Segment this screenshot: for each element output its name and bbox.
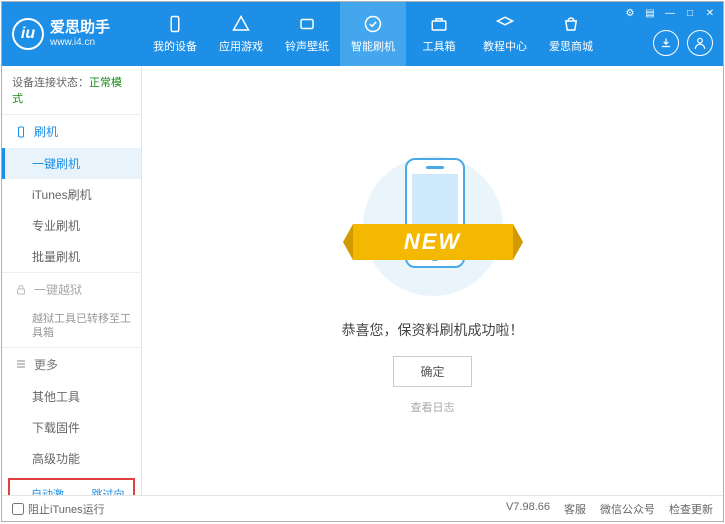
- sidebar-item-download-firmware[interactable]: 下载固件: [2, 412, 141, 443]
- logo: iu 爱思助手 www.i4.cn: [2, 18, 142, 50]
- jailbreak-note: 越狱工具已转移至工具箱: [2, 306, 141, 347]
- nav-apps[interactable]: 应用游戏: [208, 2, 274, 66]
- sidebar-item-oneclick-flash[interactable]: 一键刷机: [2, 148, 141, 179]
- ringtone-icon: [297, 14, 317, 34]
- ok-button[interactable]: 确定: [393, 356, 471, 387]
- app-subtitle: www.i4.cn: [50, 37, 110, 48]
- lock-icon: [14, 283, 28, 297]
- tutorial-icon: [495, 14, 515, 34]
- nav-ringtone[interactable]: 铃声壁纸: [274, 2, 340, 66]
- main-nav: 我的设备 应用游戏 铃声壁纸 智能刷机 工具箱 教程中心: [142, 2, 604, 66]
- block-itunes-checkbox[interactable]: 阻止iTunes运行: [12, 501, 105, 517]
- apps-icon: [231, 14, 251, 34]
- ribbon-text: NEW: [353, 224, 513, 260]
- toolbox-icon: [429, 14, 449, 34]
- device-status: 设备连接状态：正常模式: [2, 66, 141, 114]
- footer: 阻止iTunes运行 V7.98.66 客服 微信公众号 检查更新: [2, 495, 723, 521]
- nav-toolbox[interactable]: 工具箱: [406, 2, 472, 66]
- nav-flash[interactable]: 智能刷机: [340, 2, 406, 66]
- sidebar-flash-header[interactable]: 刷机: [2, 115, 141, 148]
- sidebar-item-batch-flash[interactable]: 批量刷机: [2, 241, 141, 272]
- sidebar-item-pro-flash[interactable]: 专业刷机: [2, 210, 141, 241]
- footer-link-support[interactable]: 客服: [564, 501, 586, 517]
- sidebar-jailbreak-header: 一键越狱: [2, 273, 141, 306]
- nav-store[interactable]: 爱思商城: [538, 2, 604, 66]
- footer-link-wechat[interactable]: 微信公众号: [600, 501, 655, 517]
- minimize-button[interactable]: —: [663, 6, 677, 20]
- nav-my-device[interactable]: 我的设备: [142, 2, 208, 66]
- store-icon: [561, 14, 581, 34]
- success-illustration: NEW: [353, 146, 513, 306]
- sidebar-item-itunes-flash[interactable]: iTunes刷机: [2, 179, 141, 210]
- sidebar: 设备连接状态：正常模式 刷机 一键刷机 iTunes刷机 专业刷机 批量刷机 一…: [2, 66, 142, 495]
- app-header: iu 爱思助手 www.i4.cn 我的设备 应用游戏 铃声壁纸 智能刷机: [2, 2, 723, 66]
- nav-tutorial[interactable]: 教程中心: [472, 2, 538, 66]
- user-icon[interactable]: [687, 30, 713, 56]
- view-log-link[interactable]: 查看日志: [411, 399, 455, 415]
- device-icon: [165, 14, 185, 34]
- skip-guide-checkbox[interactable]: 跳过向导: [77, 486, 128, 495]
- pin-icon[interactable]: ▤: [643, 6, 657, 20]
- settings-icon[interactable]: ⚙: [623, 6, 637, 20]
- success-message: 恭喜您，保资料刷机成功啦！: [342, 320, 524, 340]
- download-icon[interactable]: [653, 30, 679, 56]
- options-box: 自动激活 跳过向导: [8, 478, 135, 495]
- auto-activate-checkbox[interactable]: 自动激活: [16, 486, 67, 495]
- flash-icon: [363, 14, 383, 34]
- main-content: NEW 恭喜您，保资料刷机成功啦！ 确定 查看日志: [142, 66, 723, 495]
- maximize-button[interactable]: □: [683, 6, 697, 20]
- sidebar-item-advanced[interactable]: 高级功能: [2, 443, 141, 474]
- version-label: V7.98.66: [506, 501, 550, 517]
- sidebar-more-header[interactable]: 更多: [2, 348, 141, 381]
- logo-icon: iu: [12, 18, 44, 50]
- sidebar-item-other-tools[interactable]: 其他工具: [2, 381, 141, 412]
- app-title: 爱思助手: [50, 20, 110, 37]
- phone-icon: [14, 125, 28, 139]
- footer-link-update[interactable]: 检查更新: [669, 501, 713, 517]
- menu-icon: [14, 357, 28, 371]
- close-button[interactable]: ✕: [703, 6, 717, 20]
